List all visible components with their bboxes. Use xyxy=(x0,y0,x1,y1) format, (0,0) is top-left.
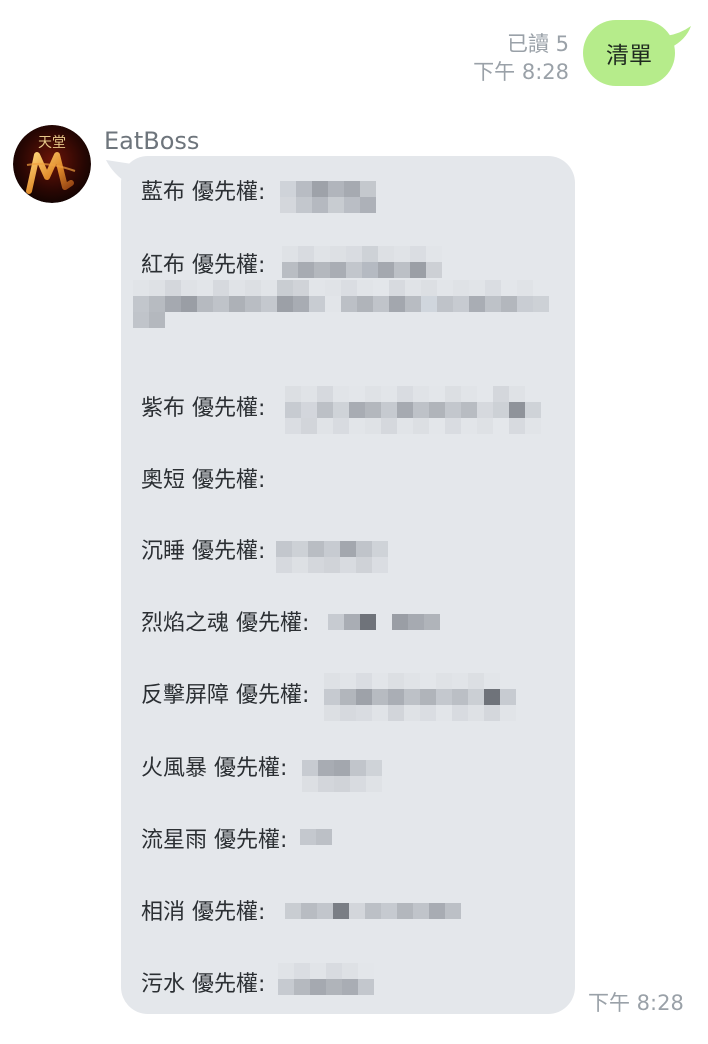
list-item: 流星雨 優先權: xyxy=(141,828,288,853)
sender-name[interactable]: EatBoss xyxy=(104,126,199,156)
redacted-text xyxy=(302,760,382,792)
redacted-text xyxy=(282,246,442,278)
redacted-text xyxy=(280,181,376,213)
list-item: 紫布 優先權: xyxy=(141,396,266,421)
list-item: 火風暴 優先權: xyxy=(141,756,288,781)
lineage-m-avatar-icon: 天堂 xyxy=(13,125,91,203)
list-item: 烈焰之魂 優先權: xyxy=(141,611,310,636)
redacted-text xyxy=(300,829,332,853)
outgoing-message-text: 清單 xyxy=(606,43,652,69)
list-item: 污水 優先權: xyxy=(141,972,266,997)
outgoing-meta: 已讀 5 下午 8:28 xyxy=(473,30,569,86)
list-item: 紅布 優先權: xyxy=(141,253,266,278)
read-receipt: 已讀 5 xyxy=(506,32,569,56)
list-item: 藍布 優先權: xyxy=(141,180,266,205)
svg-text:天堂: 天堂 xyxy=(38,135,66,151)
outgoing-message-bubble[interactable]: 清單 xyxy=(583,20,675,86)
redacted-text xyxy=(133,280,549,344)
list-item: 沉睡 優先權: xyxy=(141,539,266,564)
list-item: 反擊屏障 優先權: xyxy=(141,683,310,708)
redacted-text xyxy=(278,963,374,1003)
redacted-text xyxy=(285,386,541,434)
sender-avatar[interactable]: 天堂 xyxy=(13,125,91,203)
redacted-text xyxy=(324,673,516,721)
list-item: 奧短 優先權: xyxy=(141,468,266,493)
redacted-text xyxy=(285,903,461,927)
redacted-text xyxy=(328,614,440,638)
incoming-timestamp: 下午 8:28 xyxy=(588,991,684,1015)
list-item: 相消 優先權: xyxy=(141,900,266,925)
redacted-text xyxy=(276,541,388,573)
outgoing-timestamp: 下午 8:28 xyxy=(473,60,569,84)
